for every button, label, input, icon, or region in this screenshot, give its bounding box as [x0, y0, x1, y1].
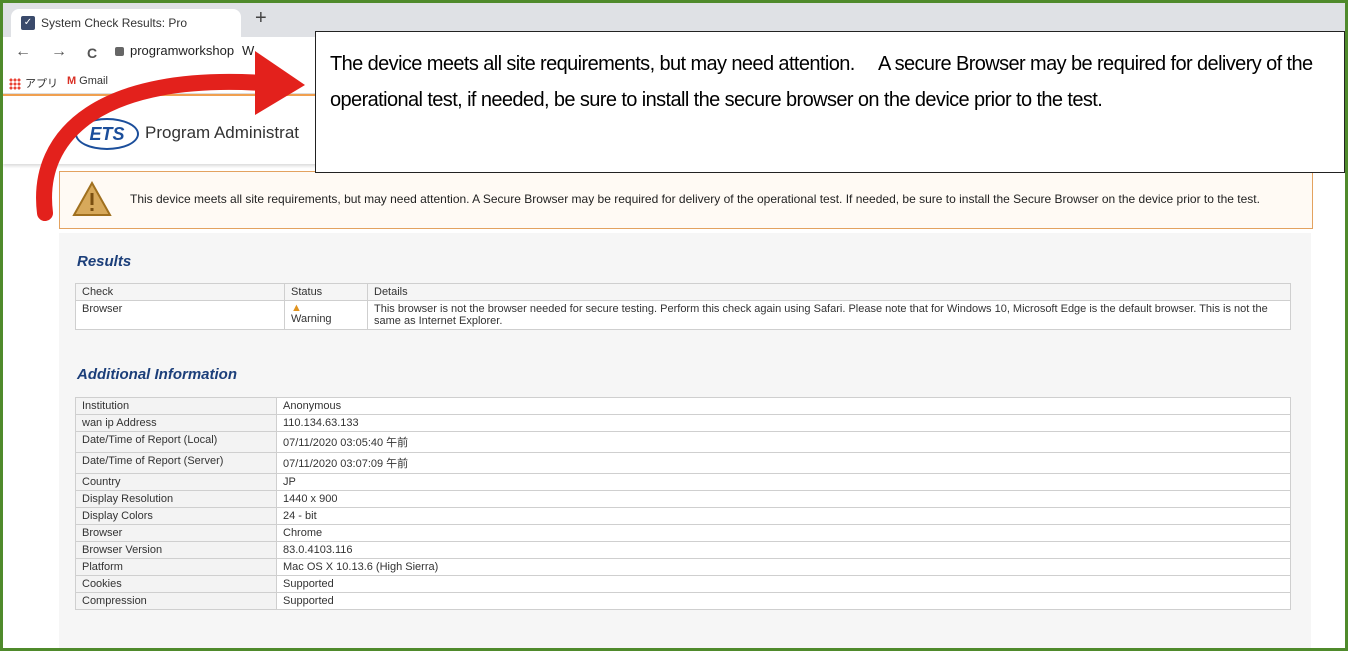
info-label: Browser — [75, 524, 277, 542]
info-value: 07/11/2020 03:05:40 午前 — [276, 431, 1291, 453]
info-label: wan ip Address — [75, 414, 277, 432]
table-row: wan ip Address 110.134.63.133 — [75, 414, 1291, 432]
info-label: Institution — [75, 397, 277, 415]
table-row: Browser Chrome — [75, 524, 1291, 542]
info-value: 110.134.63.133 — [276, 414, 1291, 432]
table-row: Display Colors 24 - bit — [75, 507, 1291, 525]
info-value: 1440 x 900 — [276, 490, 1291, 508]
back-icon[interactable]: ← — [15, 43, 31, 61]
column-header: Check — [75, 283, 285, 301]
info-value: Chrome — [276, 524, 1291, 542]
info-label: Cookies — [75, 575, 277, 593]
info-label: Date/Time of Report (Local) — [75, 431, 277, 453]
table-row: Cookies Supported — [75, 575, 1291, 593]
info-label: Compression — [75, 592, 277, 610]
table-row: Display Resolution 1440 x 900 — [75, 490, 1291, 508]
details-cell: This browser is not the browser needed f… — [367, 300, 1291, 330]
table-row: Browser Version 83.0.4103.116 — [75, 541, 1291, 559]
info-value: 83.0.4103.116 — [276, 541, 1291, 559]
table-row: Browser ▲ Warning This browser is not th… — [75, 300, 1291, 330]
info-value: 07/11/2020 03:07:09 午前 — [276, 452, 1291, 474]
red-curved-arrow-icon — [36, 51, 305, 221]
info-value: Mac OS X 10.13.6 (High Sierra) — [276, 558, 1291, 576]
info-label: Date/Time of Report (Server) — [75, 452, 277, 474]
info-value: JP — [276, 473, 1291, 491]
info-label: Country — [75, 473, 277, 491]
table-row: Date/Time of Report (Local) 07/11/2020 03… — [75, 431, 1291, 453]
info-label: Browser Version — [75, 541, 277, 559]
table-row: Platform Mac OS X 10.13.6 (High Sierra) — [75, 558, 1291, 576]
status-text: Warning — [291, 313, 332, 325]
info-value: Supported — [276, 592, 1291, 610]
table-row: Compression Supported — [75, 592, 1291, 610]
table-row: Institution Anonymous — [75, 397, 1291, 415]
annotation-callout: The device meets all site requirements, … — [315, 31, 1345, 173]
main-content: Results Check Status Details Browser ▲ W… — [59, 233, 1311, 648]
status-cell: ▲ Warning — [284, 300, 368, 330]
info-value: 24 - bit — [276, 507, 1291, 525]
results-heading: Results — [77, 253, 132, 270]
table-header-row: Check Status Details — [75, 283, 1291, 301]
info-label: Platform — [75, 558, 277, 576]
table-row: Date/Time of Report (Server) 07/11/2020 0… — [75, 452, 1291, 474]
check-cell: Browser — [75, 300, 285, 330]
results-table: Check Status Details Browser ▲ Warning T… — [75, 283, 1291, 330]
info-label: Display Colors — [75, 507, 277, 525]
info-value: Supported — [276, 575, 1291, 593]
column-header: Status — [284, 283, 368, 301]
additional-info-heading: Additional Information — [77, 366, 237, 383]
additional-info-table: Institution Anonymous wan ip Address 110.1… — [75, 397, 1291, 610]
apps-grid-icon — [9, 78, 21, 91]
column-header: Details — [367, 283, 1291, 301]
screenshot-frame: ✓ System Check Results: Pro + ← → C prog… — [0, 0, 1348, 651]
table-row: Country JP — [75, 473, 1291, 491]
info-value: Anonymous — [276, 397, 1291, 415]
info-label: Display Resolution — [75, 490, 277, 508]
